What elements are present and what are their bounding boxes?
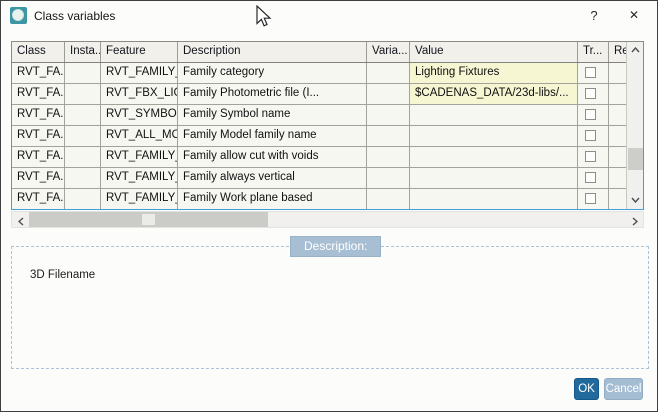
cell-variable [367, 168, 410, 188]
cell-translate [578, 105, 609, 125]
cell-description: Family category [178, 63, 367, 83]
dialog-title: Class variables [34, 9, 115, 23]
cell-translate [578, 84, 609, 104]
cancel-button[interactable]: Cancel [604, 378, 643, 400]
translate-checkbox[interactable] [585, 151, 596, 162]
cell-description: Family always vertical [178, 168, 367, 188]
cell-instance [65, 84, 101, 104]
table-header-row: Class Insta... Feature Description Varia… [12, 42, 643, 63]
cell-translate [578, 63, 609, 83]
table-row[interactable]: RVT_FA... RVT_FBX_LIG... Family Photomet… [12, 84, 643, 105]
cell-instance [65, 147, 101, 167]
cell-class: RVT_FA... [12, 63, 65, 83]
cell-description: Family Model family name [178, 126, 367, 146]
table-row[interactable]: RVT_FA... RVT_FAMILY_... Family allow cu… [12, 147, 643, 168]
title-bar[interactable]: Class variables ? ✕ [1, 1, 657, 31]
cell-value: Lighting Fixtures [410, 63, 578, 83]
cell-value [410, 105, 578, 125]
cell-feature: RVT_FAMILY_... [101, 189, 178, 209]
table-row[interactable]: RVT_FA... RVT_FAMILY_... Family Work pla… [12, 189, 643, 210]
cell-description: Family Symbol name [178, 105, 367, 125]
horizontal-scrollbar-thumb[interactable] [29, 212, 268, 227]
table-row[interactable]: RVT_FA... RVT_ALL_MO... Family Model fam… [12, 126, 643, 147]
cell-feature: RVT_FBX_LIG... [101, 84, 178, 104]
cell-class: RVT_FA... [12, 84, 65, 104]
cell-translate [578, 168, 609, 188]
column-header-class[interactable]: Class [12, 42, 65, 62]
cell-value [410, 126, 578, 146]
help-button[interactable]: ? [577, 1, 611, 30]
cell-class: RVT_FA... [12, 147, 65, 167]
table-row[interactable]: RVT_FA... RVT_FAMILY_... Family category… [12, 63, 643, 84]
column-header-variable[interactable]: Varia... [367, 42, 410, 62]
cell-variable [367, 63, 410, 83]
cell-variable [367, 105, 410, 125]
close-button[interactable]: ✕ [617, 1, 651, 30]
cell-description: Family allow cut with voids [178, 147, 367, 167]
cell-value [410, 189, 578, 209]
cell-feature: RVT_SYMBOL... [101, 105, 178, 125]
cell-variable [367, 126, 410, 146]
cell-variable [367, 84, 410, 104]
app-logo-icon [10, 7, 27, 24]
table-row[interactable]: RVT_FA... RVT_FAMILY_... Family always v… [12, 168, 643, 189]
table-row[interactable]: RVT_FA... RVT_SYMBOL... Family Symbol na… [12, 105, 643, 126]
cell-variable [367, 147, 410, 167]
description-panel-label: Description: [290, 236, 381, 257]
vertical-scrollbar-thumb[interactable] [628, 148, 643, 170]
cell-value [410, 168, 578, 188]
scroll-down-icon[interactable] [627, 192, 644, 209]
scrollbar-grip [142, 214, 155, 225]
horizontal-scrollbar[interactable] [11, 211, 644, 228]
translate-checkbox[interactable] [585, 172, 596, 183]
cell-instance [65, 126, 101, 146]
description-content: 3D Filename [30, 269, 95, 281]
cell-instance [65, 105, 101, 125]
cell-description: Family Work plane based [178, 189, 367, 209]
cell-instance [65, 63, 101, 83]
cell-class: RVT_FA... [12, 168, 65, 188]
cell-description: Family Photometric file (I... [178, 84, 367, 104]
cell-class: RVT_FA... [12, 126, 65, 146]
cell-translate [578, 189, 609, 209]
column-header-translate[interactable]: Tr... [578, 42, 609, 62]
cell-instance [65, 189, 101, 209]
column-header-feature[interactable]: Feature [101, 42, 178, 62]
column-header-instance[interactable]: Insta... [65, 42, 101, 62]
cell-feature: RVT_FAMILY_... [101, 63, 178, 83]
variables-table: Class Insta... Feature Description Varia… [11, 41, 644, 210]
cell-translate [578, 147, 609, 167]
cell-variable [367, 189, 410, 209]
cell-feature: RVT_ALL_MO... [101, 126, 178, 146]
cell-instance [65, 168, 101, 188]
translate-checkbox[interactable] [585, 130, 596, 141]
cell-translate [578, 126, 609, 146]
translate-checkbox[interactable] [585, 67, 596, 78]
scroll-left-icon[interactable] [12, 212, 29, 227]
class-variables-dialog: Class variables ? ✕ Class Insta... Featu… [0, 0, 658, 412]
column-header-value[interactable]: Value [410, 42, 578, 62]
cell-value: $CADENAS_DATA/23d-libs/... [410, 84, 578, 104]
cell-value [410, 147, 578, 167]
vertical-scrollbar[interactable] [626, 42, 643, 209]
translate-checkbox[interactable] [585, 109, 596, 120]
scroll-right-icon[interactable] [626, 212, 643, 227]
cell-class: RVT_FA... [12, 105, 65, 125]
translate-checkbox[interactable] [585, 193, 596, 204]
ok-button[interactable]: OK [574, 378, 599, 400]
cell-feature: RVT_FAMILY_... [101, 168, 178, 188]
table-body: RVT_FA... RVT_FAMILY_... Family category… [12, 63, 643, 210]
scroll-up-icon[interactable] [627, 42, 644, 59]
cell-class: RVT_FA... [12, 189, 65, 209]
description-panel: Description: 3D Filename [11, 246, 649, 369]
cell-feature: RVT_FAMILY_... [101, 147, 178, 167]
column-header-description[interactable]: Description [178, 42, 367, 62]
translate-checkbox[interactable] [585, 88, 596, 99]
